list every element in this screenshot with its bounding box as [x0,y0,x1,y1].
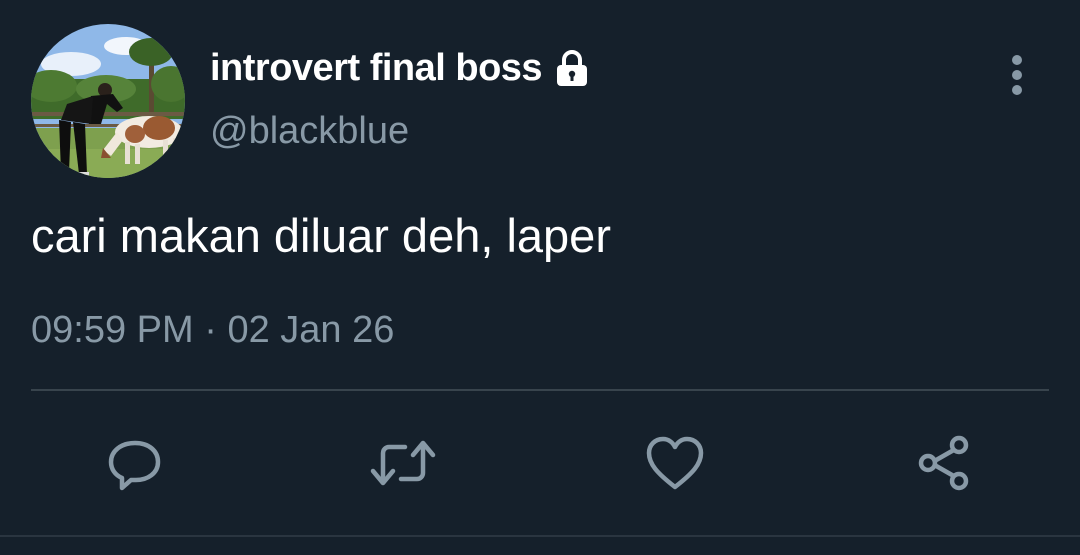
tweet-date: 02 Jan 26 [227,309,395,351]
like-button[interactable] [644,432,706,494]
display-name[interactable]: introvert final boss [210,47,543,90]
retweet-button[interactable] [369,432,437,494]
user-handle[interactable]: @blackblue [210,110,409,153]
share-button[interactable] [914,432,976,494]
avatar-photo [31,24,185,178]
divider [31,389,1049,391]
like-icon [645,435,705,491]
reply-icon [105,433,165,493]
tweet-time: 09:59 PM [31,309,194,351]
lock-icon [552,48,592,88]
display-name-row: introvert final boss [210,44,592,92]
bottom-divider [0,535,1080,537]
tweet-timestamp[interactable]: 09:59 PM · 02 Jan 26 [31,309,394,352]
avatar[interactable] [31,24,185,178]
share-icon [915,433,975,493]
more-vertical-icon[interactable] [1000,54,1034,96]
timestamp-separator: · [204,309,217,351]
reply-button[interactable] [104,432,166,494]
retweet-icon [369,433,437,493]
tweet-text: cari makan diluar deh, laper [31,209,611,262]
